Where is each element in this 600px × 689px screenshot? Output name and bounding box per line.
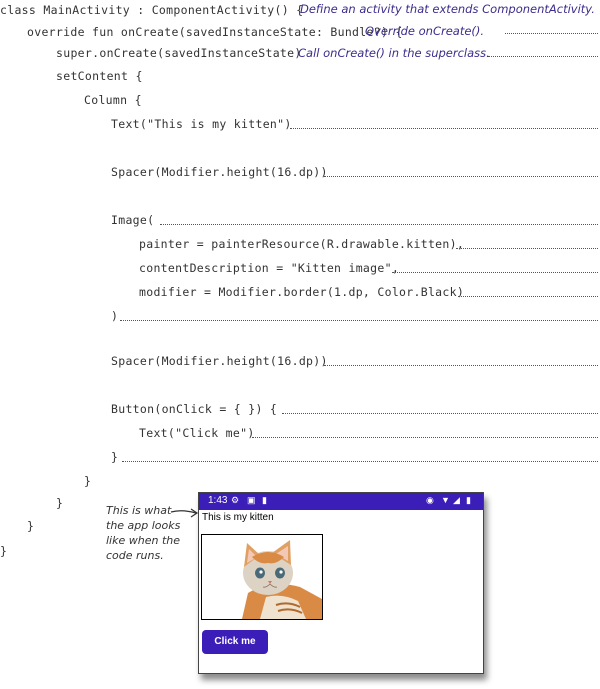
code-line-modifier: modifier = Modifier.border(1.dp, Color.B… xyxy=(139,285,465,299)
leader-line xyxy=(456,248,598,249)
wifi-icon: ▼ xyxy=(441,495,450,505)
code-line-image: Image( xyxy=(111,213,155,227)
status-time: 1:43 xyxy=(208,495,228,506)
signal-icon: ◢ xyxy=(453,495,460,505)
code-line-spacer-2: Spacer(Modifier.height(16.dp)) xyxy=(111,354,328,368)
leader-line xyxy=(252,437,598,438)
code-line-button: Button(onClick = { }) { xyxy=(111,402,278,416)
annotation-call-superclass: Call onCreate() in the superclass. xyxy=(298,46,490,60)
code-line-content-description: contentDescription = "Kitten image", xyxy=(139,261,400,275)
code-line-oncreate-close: } xyxy=(27,519,35,533)
sim-card-icon: ▮ xyxy=(262,495,267,505)
leader-line xyxy=(122,461,598,462)
leader-line xyxy=(290,128,598,129)
leader-line xyxy=(160,224,598,225)
leader-line xyxy=(324,365,598,366)
code-line-override: override fun onCreate(savedInstanceState… xyxy=(27,25,403,39)
phone-preview: 1:43 ⚙ ▣ ▮ ◉ ▼ ◢ ▮ This is my kitten Cli… xyxy=(198,492,484,674)
arrow-icon xyxy=(170,508,199,518)
code-line-text: Text("This is my kitten") xyxy=(111,117,292,131)
code-line-setcontent-close: } xyxy=(56,496,64,510)
code-line-column-close: } xyxy=(84,474,92,488)
code-line-class-close: } xyxy=(0,544,8,558)
app-text: This is my kitten xyxy=(202,512,274,523)
leader-line xyxy=(392,272,598,273)
code-line-painter: painter = painterResource(R.drawable.kit… xyxy=(139,237,465,251)
battery-icon: ▮ xyxy=(466,495,471,505)
location-icon: ◉ xyxy=(426,495,434,505)
leader-line xyxy=(458,296,598,297)
kitten-icon xyxy=(242,540,322,619)
leader-line xyxy=(488,56,598,57)
code-line-button-text: Text("Click me") xyxy=(139,426,255,440)
code-line-image-close: ) xyxy=(111,309,119,323)
click-me-button[interactable]: Click me xyxy=(202,630,268,654)
leader-line xyxy=(282,413,598,414)
leader-line xyxy=(505,33,598,34)
kitten-image xyxy=(201,534,323,620)
code-line-super: super.onCreate(savedInstanceState) xyxy=(56,46,302,60)
annotation-override-oncreate: Override onCreate(). xyxy=(365,24,485,38)
status-bar: 1:43 ⚙ ▣ ▮ ◉ ▼ ◢ ▮ xyxy=(199,493,483,510)
image-icon: ▣ xyxy=(247,495,256,505)
leader-line xyxy=(324,176,598,177)
code-line-column: Column { xyxy=(84,93,142,107)
leader-line xyxy=(120,320,598,321)
code-line-button-close: } xyxy=(111,450,119,464)
gear-icon: ⚙ xyxy=(231,495,240,505)
code-line-class: class MainActivity : ComponentActivity()… xyxy=(0,3,304,17)
annotation-define-activity: Define an activity that extends Componen… xyxy=(300,2,595,16)
code-line-spacer-1: Spacer(Modifier.height(16.dp)) xyxy=(111,165,328,179)
code-line-setcontent: setContent { xyxy=(56,69,143,83)
